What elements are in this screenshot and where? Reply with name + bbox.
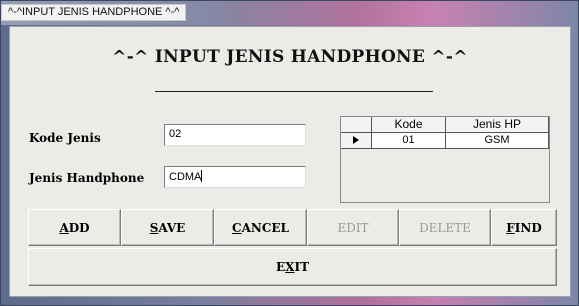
find-label-rest: IND [514, 221, 542, 235]
add-button[interactable]: ADD [28, 209, 121, 246]
jenis-handphone-input[interactable]: CDMA [164, 166, 306, 188]
grid-header-kode[interactable]: Kode [372, 117, 446, 133]
jenis-handphone-value: CDMA [169, 171, 202, 183]
edit-button[interactable]: EDIT [307, 209, 399, 246]
find-mnemonic: F [506, 221, 515, 235]
cell-kode[interactable]: 01 [372, 133, 446, 149]
title-bar[interactable]: ^-^INPUT JENIS HANDPHONE ^-^ [1, 1, 578, 25]
save-label-rest: AVE [158, 221, 186, 235]
exit-label-prefix: E [275, 260, 286, 274]
form-client-area: ^-^ INPUT JENIS HANDPHONE ^-^ Kode Jenis… [9, 26, 571, 297]
app-window: ^-^INPUT JENIS HANDPHONE ^-^ ^-^ INPUT J… [0, 0, 579, 306]
jenis-hp-grid[interactable]: Kode Jenis HP 01 GSM [340, 116, 550, 203]
cancel-mnemonic: C [232, 221, 242, 235]
current-row-arrow-icon [353, 136, 359, 144]
exit-label-rest: IT [294, 260, 309, 274]
grid-header-jenis-hp[interactable]: Jenis HP [446, 117, 549, 133]
kode-jenis-input[interactable]: 02 [164, 124, 306, 146]
cancel-button[interactable]: CANCEL [214, 209, 307, 246]
find-button[interactable]: FIND [491, 209, 557, 246]
save-button[interactable]: SAVE [121, 209, 214, 246]
table-row[interactable]: 01 GSM [341, 133, 549, 149]
add-mnemonic: A [59, 221, 69, 235]
window-title: ^-^INPUT JENIS HANDPHONE ^-^ [1, 4, 187, 21]
kode-jenis-label: Kode Jenis [29, 131, 101, 145]
jenis-handphone-label: Jenis Handphone [29, 171, 145, 185]
text-caret [201, 170, 203, 182]
add-label-rest: DD [68, 221, 90, 235]
delete-button[interactable]: DELETE [399, 209, 491, 246]
kode-jenis-value: 02 [169, 128, 182, 140]
cell-jenis-hp[interactable]: GSM [446, 133, 549, 149]
exit-button[interactable]: EXIT [28, 248, 557, 286]
grid-header-selector [341, 117, 372, 133]
cancel-label-rest: ANCEL [241, 221, 289, 235]
form-heading: ^-^ INPUT JENIS HANDPHONE ^-^ [112, 47, 468, 67]
row-selector-cell[interactable] [341, 133, 372, 149]
grid-header-row: Kode Jenis HP [341, 117, 549, 133]
heading-divider [155, 91, 433, 92]
